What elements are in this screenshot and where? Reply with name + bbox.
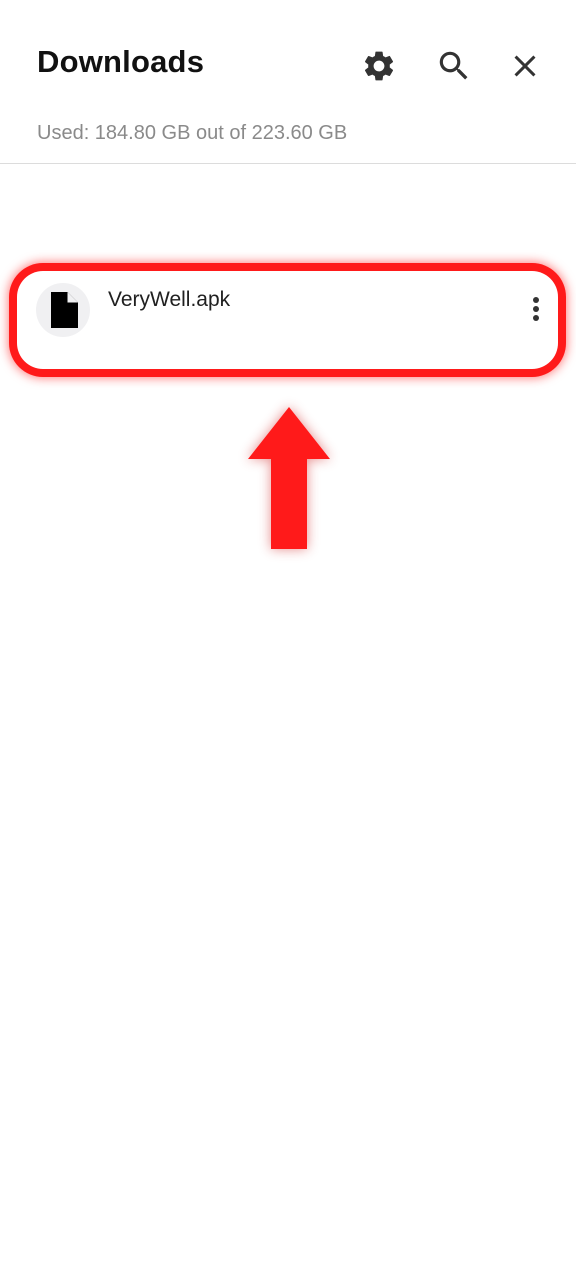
download-list-item[interactable]: VeryWell.apk (17, 271, 558, 369)
arrow-up-icon (248, 407, 330, 549)
page-title: Downloads (37, 44, 205, 79)
header-divider (0, 163, 576, 164)
gear-icon (364, 51, 394, 81)
more-vert-icon (533, 297, 539, 321)
close-button[interactable] (503, 44, 547, 88)
settings-button[interactable] (357, 44, 401, 88)
file-icon-container (36, 283, 90, 337)
file-name: VeryWell.apk (108, 288, 231, 311)
file-icon (51, 292, 78, 328)
storage-usage-text: Used: 184.80 GB out of 223.60 GB (37, 122, 348, 144)
app-header: Downloads (0, 0, 576, 112)
search-icon (439, 51, 468, 80)
search-button[interactable] (432, 44, 476, 88)
close-icon (514, 55, 536, 77)
more-options-button[interactable] (524, 291, 548, 327)
